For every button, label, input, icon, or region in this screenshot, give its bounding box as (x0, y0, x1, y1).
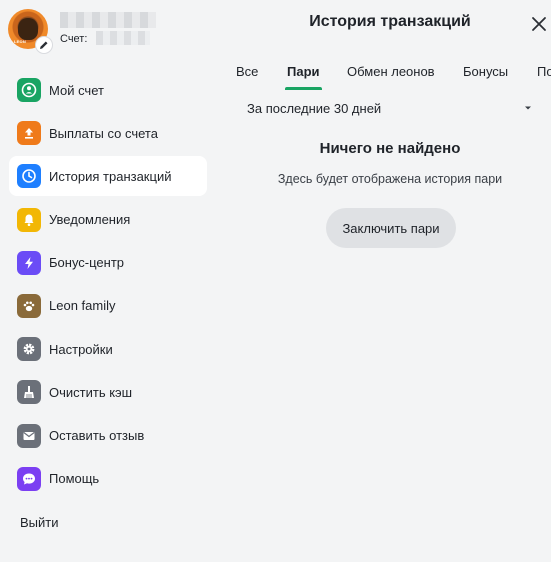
sidebar-item-help[interactable]: Помощь (9, 459, 207, 499)
sidebar-item-clear-cache[interactable]: Очистить кэш (9, 372, 207, 412)
tab-leon-exchange[interactable]: Обмен леонов (347, 52, 435, 90)
sidebar-item-settings[interactable]: Настройки (9, 329, 207, 369)
bell-icon (17, 207, 41, 232)
sidebar-item-label: Уведомления (49, 212, 131, 228)
sidebar-item-label: Настройки (49, 341, 113, 357)
sidebar-item-label: Бонус-центр (49, 255, 125, 271)
empty-state-title: Ничего не найдено (319, 140, 461, 157)
username-redacted (60, 12, 156, 28)
sidebar-item-label: История транзакций (49, 168, 172, 184)
lion-logo-icon (18, 18, 38, 40)
close-icon (532, 17, 546, 31)
tab-bonuses[interactable]: Бонусы (463, 52, 508, 90)
sidebar-item-label: Очистить кэш (49, 384, 133, 400)
upload-icon (17, 121, 41, 146)
tab-all[interactable]: Все (236, 52, 258, 90)
sidebar-item-label: Leon family (49, 298, 116, 314)
chevron-down-icon (525, 106, 531, 110)
sidebar-item-transaction-history[interactable]: История транзакций (9, 156, 207, 197)
account-label: Счет: (60, 33, 88, 45)
edit-avatar-button[interactable] (35, 36, 53, 54)
pencil-icon (40, 41, 48, 49)
period-select-value: За последние 30 дней (247, 100, 382, 116)
mail-icon (17, 423, 41, 448)
sidebar-item-leon-family[interactable]: Leon family (9, 286, 207, 326)
sidebar-item-feedback[interactable]: Оставить отзыв (9, 416, 207, 456)
sidebar-item-label: Мой счет (49, 82, 104, 98)
place-bet-button[interactable]: Заключить пари (326, 208, 456, 248)
sidebar-item-notifications[interactable]: Уведомления (9, 200, 207, 240)
paw-icon (17, 293, 41, 318)
broom-icon (17, 380, 41, 405)
sidebar-item-label: Оставить отзыв (49, 428, 145, 443)
close-button[interactable] (528, 13, 550, 35)
clock-icon (17, 164, 41, 189)
empty-state-subtitle: Здесь будет отображена история пари (277, 172, 503, 186)
profile-header: LEON Счет: (8, 9, 208, 55)
tab-more[interactable]: По (537, 52, 551, 90)
chat-icon (17, 466, 41, 491)
sidebar-item-withdrawals[interactable]: Выплаты со счета (9, 113, 207, 153)
sidebar-item-label: Помощь (49, 471, 100, 487)
logout-link[interactable]: Выйти (20, 515, 59, 530)
sidebar-item-my-account[interactable]: Мой счет (9, 70, 207, 110)
gear-icon (17, 337, 41, 362)
account-number-redacted (96, 31, 150, 45)
lightning-icon (17, 250, 41, 275)
account-icon (17, 78, 41, 102)
tab-bar: Все Пари Обмен леонов Бонусы По (226, 52, 551, 90)
page-title: История транзакций (309, 13, 471, 30)
avatar-logo-text: LEON (14, 39, 26, 44)
sidebar-item-bonus-center[interactable]: Бонус-центр (9, 243, 207, 283)
sidebar-menu: Мой счет Выплаты со счета История транза… (9, 70, 207, 502)
period-select[interactable]: За последние 30 дней (247, 96, 533, 120)
tab-bets[interactable]: Пари (285, 52, 322, 90)
sidebar-item-label: Выплаты со счета (49, 125, 158, 141)
